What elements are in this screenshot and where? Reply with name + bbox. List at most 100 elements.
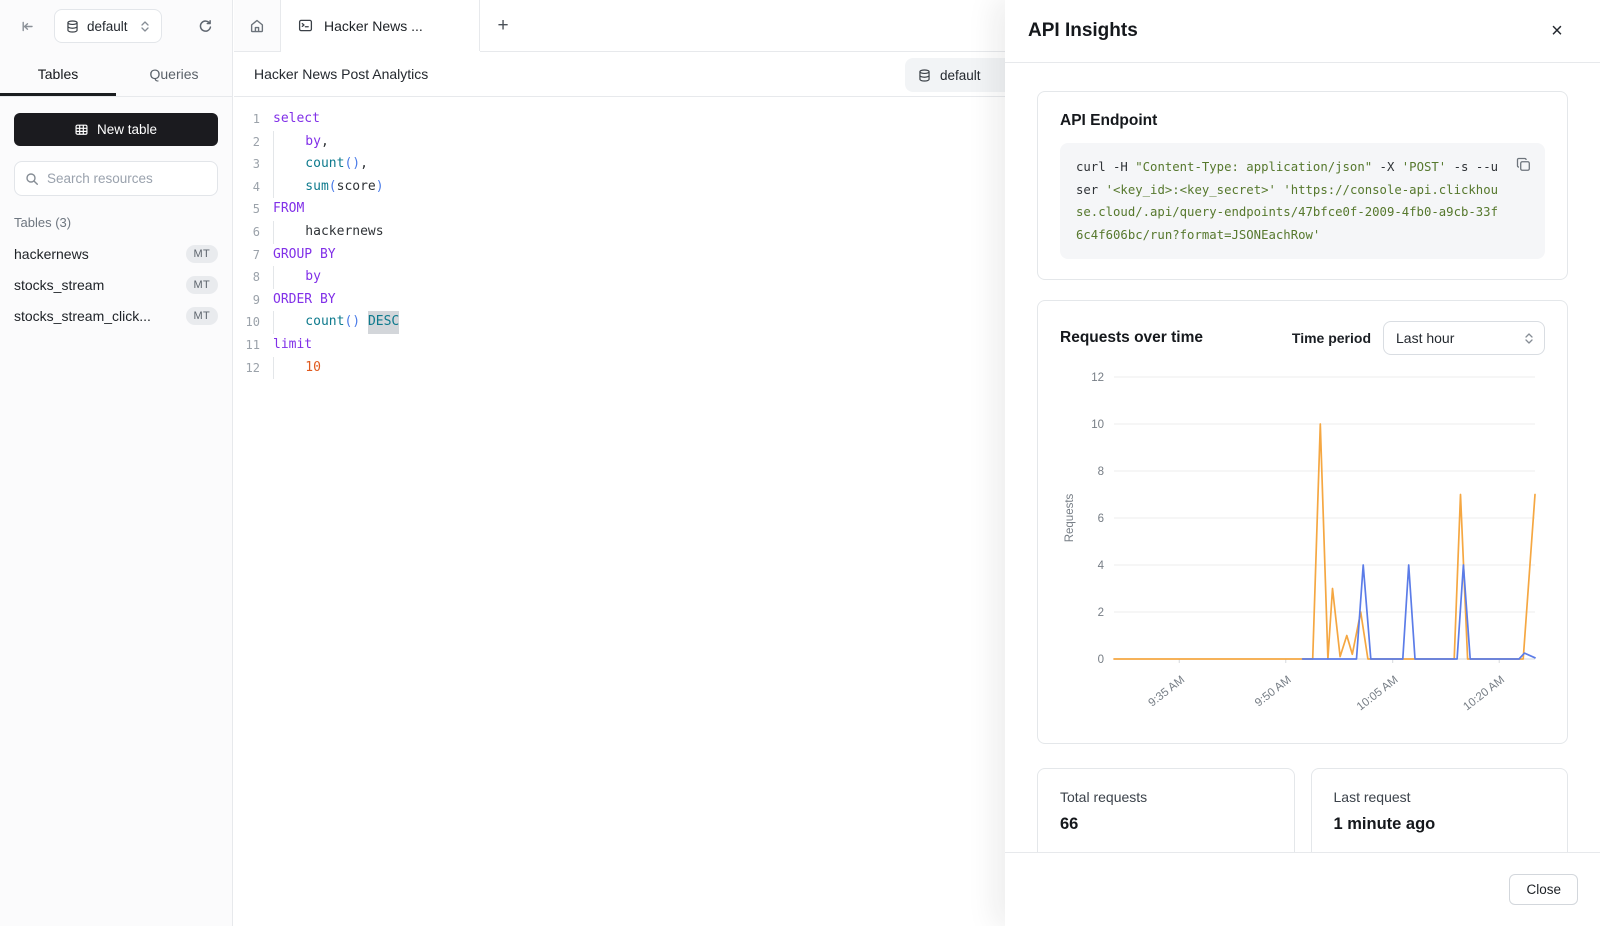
panel-title: API Insights	[1028, 20, 1138, 42]
table-grid-icon	[75, 123, 88, 136]
line-number: 4	[234, 176, 260, 199]
sql-token: count	[274, 311, 344, 334]
sql-token: GROUP BY	[273, 244, 336, 267]
chevron-up-down-icon	[140, 20, 150, 33]
curl-segment: '<key_id>:<key_secret>'	[1106, 183, 1276, 197]
sql-token	[360, 311, 368, 334]
sql-token: limit	[273, 334, 312, 357]
table-row[interactable]: hackernews MT	[14, 238, 218, 269]
svg-text:4: 4	[1098, 560, 1105, 572]
collapse-sidebar-button[interactable]	[14, 13, 40, 39]
x-tick-label: 10:05 AM	[1355, 674, 1401, 713]
new-table-label: New table	[97, 122, 157, 137]
clickhouse-console: default Tables Queries New table Search …	[0, 0, 1600, 926]
requests-chart-card: Requests over time Time period Last hour…	[1037, 300, 1568, 744]
stat-card: Last request 1 minute ago	[1311, 768, 1569, 852]
svg-text:8: 8	[1098, 466, 1104, 478]
database-selector[interactable]: default	[54, 9, 162, 43]
time-period-label: Time period	[1292, 330, 1371, 346]
tab-queries[interactable]: Queries	[116, 52, 232, 96]
copy-button[interactable]	[1513, 154, 1533, 174]
table-row[interactable]: stocks_stream_click...MT	[14, 300, 218, 331]
sql-token: FROM	[273, 198, 304, 221]
active-query-tab-label: Hacker News ...	[324, 18, 423, 34]
api-endpoint-title: API Endpoint	[1060, 112, 1545, 130]
line-number: 9	[234, 289, 260, 312]
x-tick-label: 9:35 AM	[1146, 674, 1187, 709]
search-input[interactable]: Search resources	[14, 161, 218, 196]
new-query-tab-button[interactable]: +	[480, 0, 526, 51]
chevron-up-down-icon	[1524, 332, 1534, 345]
svg-text:0: 0	[1098, 654, 1104, 666]
api-endpoint-card: API Endpoint curl -H "Content-Type: appl…	[1037, 91, 1568, 280]
sql-token: ,	[360, 153, 368, 176]
sidebar-toolbar: default	[0, 0, 232, 52]
line-number: 10	[234, 311, 260, 334]
query-title: Hacker News Post Analytics	[254, 66, 428, 82]
svg-text:2: 2	[1098, 607, 1104, 619]
sql-token: DESC	[368, 311, 399, 334]
x-tick-label: 9:50 AM	[1253, 674, 1294, 709]
sql-token: )	[376, 176, 384, 199]
svg-text:6: 6	[1098, 513, 1104, 525]
stat-value: 66	[1060, 815, 1272, 834]
stat-label: Last request	[1334, 789, 1546, 805]
svg-text:12: 12	[1091, 372, 1104, 384]
sql-token: hackernews	[274, 221, 384, 244]
refresh-button[interactable]	[192, 13, 218, 39]
sql-token: ()	[344, 153, 360, 176]
refresh-icon	[198, 19, 213, 34]
copy-icon	[1516, 157, 1531, 172]
line-number: 8	[234, 266, 260, 289]
table-engine-badge: MT	[186, 245, 218, 263]
table-row[interactable]: stocks_stream MT	[14, 269, 218, 300]
stat-value: 1 minute ago	[1334, 815, 1546, 834]
x-tick-label: 10:20 AM	[1461, 674, 1507, 713]
line-number: 11	[234, 334, 260, 357]
tab-tables[interactable]: Tables	[0, 52, 116, 96]
sql-token: ()	[344, 311, 360, 334]
line-number: 3	[234, 153, 260, 176]
table-name: stocks_stream	[14, 277, 104, 293]
active-query-tab[interactable]: Hacker News ...	[281, 0, 480, 51]
y-axis-label: Requests	[1064, 493, 1076, 542]
line-number: 5	[234, 198, 260, 221]
close-icon[interactable]: ×	[1542, 16, 1572, 46]
sql-token: by	[274, 266, 321, 289]
home-icon	[249, 18, 265, 34]
sidebar: default Tables Queries New table Search …	[0, 0, 233, 926]
chart-header: Requests over time Time period Last hour	[1060, 321, 1545, 355]
svg-text:10: 10	[1091, 419, 1104, 431]
curl-segment: curl -H	[1076, 160, 1135, 174]
home-tab[interactable]	[234, 0, 281, 51]
curl-command: curl -H "Content-Type: application/json"…	[1060, 143, 1545, 259]
time-period-select[interactable]: Last hour	[1383, 321, 1545, 355]
line-number: 2	[234, 131, 260, 154]
terminal-icon	[298, 18, 313, 33]
new-table-button[interactable]: New table	[14, 113, 218, 146]
curl-segment: 'POST'	[1402, 160, 1446, 174]
panel-header: API Insights ×	[1005, 0, 1600, 63]
table-list: hackernewsMTstocks_streamMTstocks_stream…	[14, 238, 218, 331]
requests-series-orange	[1114, 424, 1535, 659]
line-number: 6	[234, 221, 260, 244]
sql-token: (	[329, 176, 337, 199]
close-button[interactable]: Close	[1509, 874, 1578, 905]
table-name: stocks_stream_click...	[14, 308, 151, 324]
arrow-to-bar-left-icon	[20, 19, 35, 34]
requests-over-time-chart: 0 2 4 6 8 10 12 Requests 9:35 AM 9:50 AM 10:05 AM 1…	[1060, 363, 1547, 735]
line-number: 7	[234, 244, 260, 267]
stat-label: Total requests	[1060, 789, 1272, 805]
sql-token: sum	[274, 176, 329, 199]
line-number: 1	[234, 108, 260, 131]
tables-section-label: Tables (3)	[14, 215, 218, 230]
search-placeholder: Search resources	[47, 171, 153, 186]
table-engine-badge: MT	[186, 276, 218, 294]
sql-token: by	[274, 131, 321, 154]
database-icon	[66, 20, 79, 33]
stat-card: Total requests 66	[1037, 768, 1295, 852]
stats-row: Total requests 66 Last request 1 minute ago	[1037, 768, 1568, 852]
time-period-value: Last hour	[1396, 330, 1454, 346]
table-name: hackernews	[14, 246, 89, 262]
sidebar-tabs: Tables Queries	[0, 52, 232, 97]
